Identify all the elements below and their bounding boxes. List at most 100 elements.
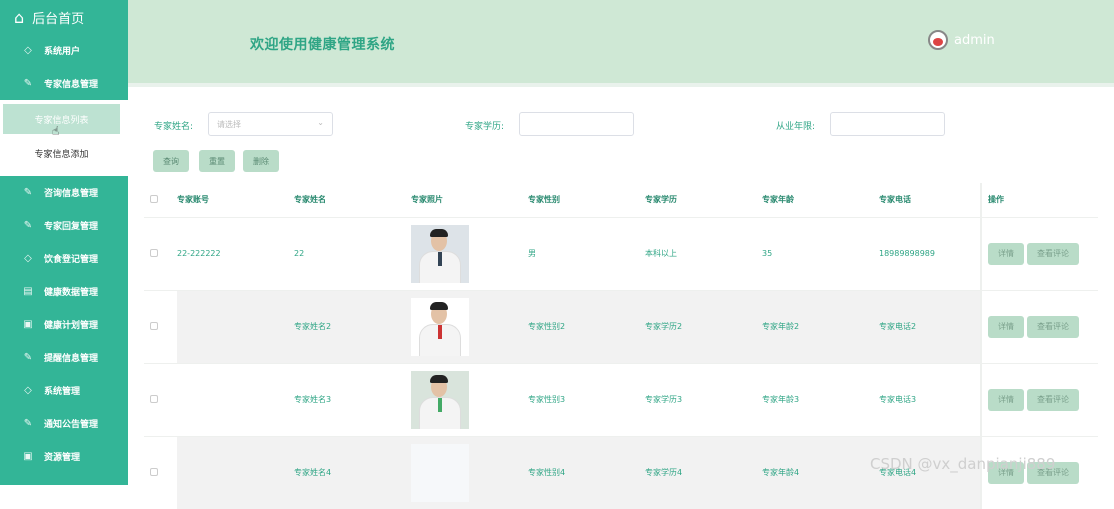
expert-photo [411,297,469,356]
expert-photo [411,443,469,502]
sidebar-item-label: 健康计划管理 [44,321,99,331]
row-checkbox[interactable] [150,467,158,476]
sidebar-subitem-label: 专家信息添加 [34,149,89,160]
sidebar-item-label: 通知公告管理 [44,420,99,430]
sidebar-item-label: 健康数据管理 [44,288,99,298]
sidebar-item-reminder[interactable]: ✎ 提醒信息管理 [0,341,128,374]
chart-icon: ▤ [23,286,33,297]
cell-account [177,363,294,436]
diamond-icon: ◇ [24,253,32,264]
chevron-down-icon: ⌄ [317,118,324,127]
diamond-icon: ◇ [24,385,32,396]
view-comments-button[interactable]: 查看评论 [1027,388,1079,411]
diamond-icon: ◇ [24,45,32,56]
detail-button[interactable]: 详情 [988,315,1024,338]
edit-icon: ✎ [23,220,33,231]
sidebar-submenu: 专家信息列表 专家信息添加 [0,100,128,176]
cell-phone: 专家电话3 [879,395,917,404]
sidebar-home-label: 后台首页 [32,11,85,27]
sidebar-item-label: 系统管理 [44,387,81,397]
view-comments-button[interactable]: 查看评论 [1027,242,1079,265]
sidebar-item-system[interactable]: ◇ 系统管理 [0,374,128,407]
doc-icon: ▣ [23,451,33,462]
main-content: 专家姓名: 请选择 ⌄ 专家学历: 从业年限: 查询 重置 删除 专家账号 专家… [128,91,1114,509]
expert-edu-input[interactable] [519,112,634,136]
header: 欢迎使用健康管理系统 admin [128,0,1114,87]
column-header: 专家姓名 [294,195,326,205]
sidebar-item-diet[interactable]: ◇ 饮食登记管理 [0,242,128,275]
detail-button[interactable]: 详情 [988,388,1024,411]
edit-icon: ✎ [23,187,33,198]
column-header: 专家电话 [879,195,911,205]
column-header: 专家账号 [177,195,209,205]
sidebar-item-reply[interactable]: ✎ 专家回复管理 [0,209,128,242]
practice-years-label: 从业年限: [776,122,816,132]
sidebar-subitem-expert-list[interactable]: 专家信息列表 [3,104,120,134]
cell-edu: 本科以上 [645,249,677,258]
sidebar-item-label: 饮食登记管理 [44,255,99,265]
select-all-checkbox[interactable] [150,194,158,203]
reset-button[interactable]: 重置 [199,150,235,172]
watermark: CSDN @vx_danpianji889 [870,455,1056,473]
edit-icon: ✎ [23,418,33,429]
row-checkbox[interactable] [150,394,158,403]
sidebar-item-resource[interactable]: ▣ 资源管理 [0,440,128,473]
doc-icon: ▣ [23,319,33,330]
column-header: 操作 [980,183,1098,217]
sidebar: ⌂ 后台首页 ◇ 系统用户 ✎ 专家信息管理 专家信息列表 专家信息添加 ✎ 咨询… [0,0,128,485]
column-header: 专家性别 [528,195,560,205]
cell-gender: 专家性别2 [528,290,645,363]
cell-gender: 男 [528,249,536,258]
cell-gender: 专家性别3 [528,395,566,404]
column-header: 专家学历 [645,195,677,205]
row-checkbox[interactable] [150,248,158,257]
sidebar-item-health-data[interactable]: ▤ 健康数据管理 [0,275,128,308]
cell-age: 专家年龄4 [762,436,879,509]
sidebar-item-label: 专家回复管理 [44,222,99,232]
edit-icon: ✎ [23,78,33,89]
row-checkbox[interactable] [150,321,158,330]
table-row: 专家姓名2 专家性别2 专家学历2 专家年龄2 专家电话2 详情 查看评论 [144,290,1098,363]
sidebar-item-label: 系统用户 [44,47,81,57]
sidebar-item-label: 专家信息管理 [44,80,99,90]
table-header-row: 专家账号 专家姓名 专家照片 专家性别 专家学历 专家年龄 专家电话 操作 [144,183,1098,217]
cell-name: 专家姓名3 [294,395,332,404]
sidebar-item-label: 资源管理 [44,453,81,463]
cell-phone: 18989898989 [879,249,935,258]
cell-account: 22-222222 [177,249,221,258]
avatar [928,30,948,50]
username: admin [954,32,995,48]
cell-edu: 专家学历2 [645,290,762,363]
query-button[interactable]: 查询 [153,150,189,172]
delete-button[interactable]: 删除 [243,150,279,172]
expert-photo [411,224,469,283]
expert-name-select[interactable]: 请选择 ⌄ [208,112,333,136]
sidebar-item-expert-info[interactable]: ✎ 专家信息管理 [0,67,128,100]
sidebar-item-users[interactable]: ◇ 系统用户 [0,34,128,67]
expert-photo [411,370,469,429]
cell-age: 专家年龄2 [762,290,879,363]
view-comments-button[interactable]: 查看评论 [1027,315,1079,338]
cell-account [177,290,294,363]
sidebar-subitem-expert-add[interactable]: 专家信息添加 [3,138,120,168]
cell-name: 22 [294,249,305,258]
sidebar-item-health-plan[interactable]: ▣ 健康计划管理 [0,308,128,341]
expert-edu-label: 专家学历: [465,122,505,132]
sidebar-item-consult[interactable]: ✎ 咨询信息管理 [0,176,128,209]
cell-edu: 专家学历4 [645,436,762,509]
expert-name-label: 专家姓名: [154,122,194,132]
user-menu[interactable]: admin [928,30,995,50]
sidebar-item-label: 提醒信息管理 [44,354,99,364]
sidebar-subitem-label: 专家信息列表 [34,115,89,126]
home-icon: ⌂ [14,7,25,27]
detail-button[interactable]: 详情 [988,242,1024,265]
cell-age: 专家年龄3 [762,395,800,404]
practice-years-input[interactable] [830,112,945,136]
cell-name: 专家姓名4 [294,436,411,509]
table-row: 22-222222 22 男 本科以上 35 18989898989 详情 查看… [144,217,1098,290]
select-placeholder: 请选择 [217,119,241,129]
sidebar-item-notice[interactable]: ✎ 通知公告管理 [0,407,128,440]
sidebar-home[interactable]: ⌂ 后台首页 [0,0,128,34]
page-title: 欢迎使用健康管理系统 [250,37,395,53]
column-header: 专家年龄 [762,195,794,205]
